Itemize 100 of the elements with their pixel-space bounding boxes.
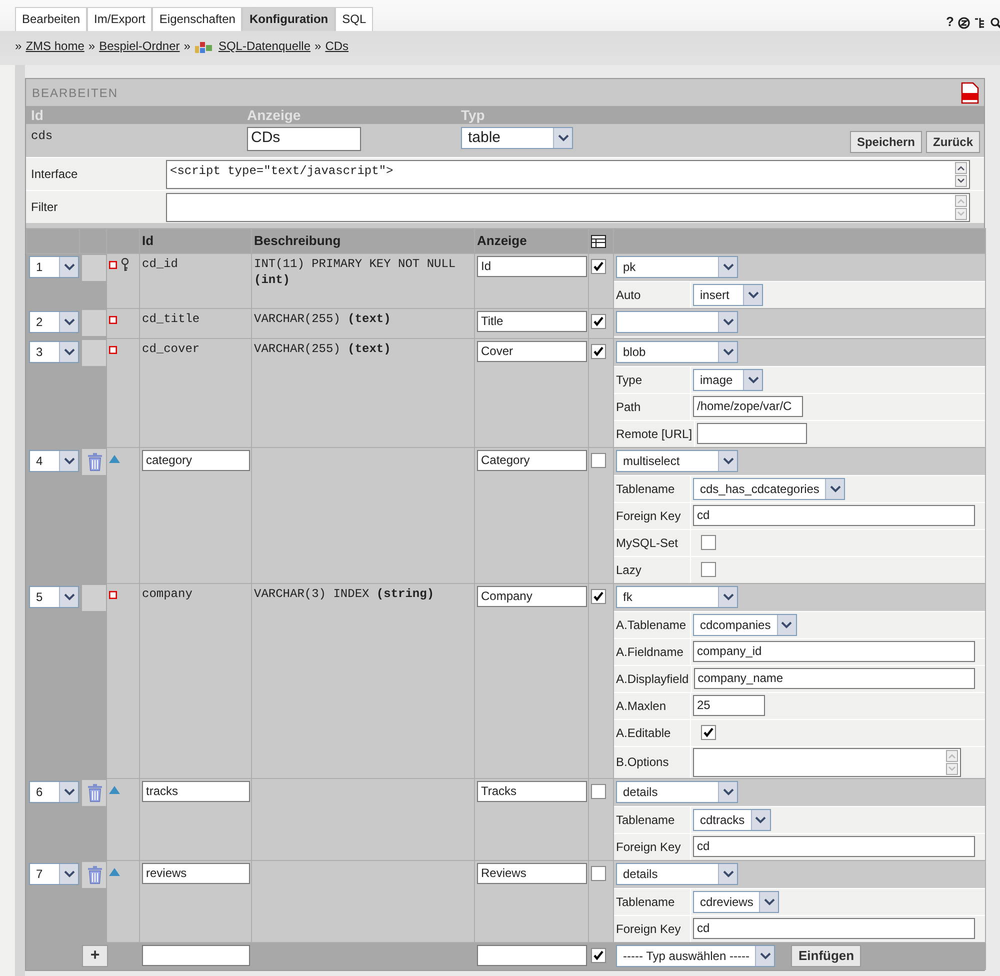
dropdown[interactable]: cdtracks [693, 808, 771, 830]
caret-icon[interactable] [759, 892, 778, 912]
dropdown[interactable]: cdreviews [693, 890, 780, 912]
dropdown[interactable]: ----- Typ auswählen ----- [616, 944, 776, 966]
attribute-field[interactable] [697, 423, 808, 444]
interface-field[interactable]: <script type="text/javascript"> [166, 160, 970, 188]
dropdown[interactable]: 6 [29, 780, 79, 802]
caret-icon[interactable] [750, 810, 770, 830]
checkbox[interactable] [591, 784, 606, 798]
checkbox[interactable] [591, 588, 606, 604]
display-label-field[interactable]: Title [477, 310, 587, 332]
tab[interactable]: Bearbeiten [15, 7, 88, 31]
dropdown[interactable]: blob [616, 340, 738, 362]
caret-icon[interactable] [718, 864, 737, 884]
help-link[interactable]: ? [946, 12, 954, 32]
new-column-name-field[interactable] [142, 944, 250, 966]
trash-icon[interactable] [88, 452, 102, 470]
caret-icon[interactable] [755, 946, 774, 966]
dropdown[interactable]: 3 [29, 340, 79, 362]
attribute-field[interactable]: /home/zope/var/C [693, 396, 803, 417]
tab[interactable]: Konfiguration [242, 7, 336, 31]
caret-icon[interactable] [553, 128, 572, 148]
checkbox[interactable] [591, 344, 606, 358]
caret-icon[interactable] [718, 782, 737, 802]
dropdown[interactable]: insert [693, 284, 763, 306]
dropdown[interactable]: multiselect [616, 450, 738, 472]
checkbox[interactable] [591, 452, 606, 468]
dropdown[interactable]: 5 [29, 586, 79, 608]
caret-icon[interactable] [59, 256, 78, 276]
checkbox[interactable] [591, 314, 606, 328]
tab[interactable]: SQL [335, 7, 374, 31]
caret-icon[interactable] [718, 342, 737, 362]
column-name-field[interactable]: category [142, 450, 250, 470]
display-label-field[interactable]: Id [477, 256, 587, 276]
dropdown[interactable]: 1 [29, 256, 79, 278]
dropdown[interactable]: 4 [29, 450, 79, 472]
display-label-field[interactable]: Company [477, 586, 587, 606]
display-label-field[interactable]: Category [477, 450, 587, 470]
caret-icon[interactable] [59, 864, 78, 884]
breadcrumb-link[interactable]: SQL-Datenquelle [218, 37, 311, 55]
dropdown[interactable]: details [616, 862, 738, 884]
dropdown[interactable]: 2 [29, 310, 79, 332]
caret-icon[interactable] [718, 450, 737, 470]
trash-button[interactable] [82, 862, 108, 888]
caret-icon[interactable] [718, 256, 737, 276]
checkbox[interactable] [591, 948, 606, 962]
dropdown[interactable]: details [616, 780, 738, 802]
caret-icon[interactable] [743, 370, 762, 390]
breadcrumb-link[interactable]: Bespiel-Ordner [99, 37, 180, 55]
attribute-field[interactable]: cd [693, 505, 975, 526]
caret-icon[interactable] [59, 312, 78, 332]
column-name-field[interactable]: tracks [142, 780, 250, 802]
attribute-field[interactable]: cd [693, 918, 975, 939]
action-button[interactable]: Zurück [926, 131, 980, 153]
trash-button[interactable] [82, 448, 108, 474]
attribute-field[interactable]: company_id [693, 641, 975, 662]
insert-button[interactable]: Einfügen [791, 944, 862, 966]
display-label-field[interactable]: Tracks [477, 780, 587, 802]
trash-icon[interactable] [88, 866, 102, 884]
caret-icon[interactable] [59, 450, 78, 470]
caret-icon[interactable] [718, 586, 737, 606]
breadcrumb-link[interactable]: ZMS home [26, 37, 84, 55]
dropdown[interactable]: cdcompanies [693, 614, 797, 636]
attribute-field[interactable]: company_name [694, 668, 975, 689]
checkbox[interactable] [701, 725, 716, 740]
caret-icon[interactable] [718, 312, 737, 332]
dropdown[interactable]: 7 [29, 862, 79, 884]
caret-icon[interactable] [59, 342, 78, 362]
caret-icon[interactable] [825, 478, 844, 498]
add-button[interactable]: + [82, 944, 108, 966]
tab[interactable]: Eigenschaften [152, 7, 242, 31]
dropdown[interactable]: image [693, 368, 763, 390]
caret-icon[interactable] [743, 284, 762, 304]
display-name-field[interactable]: CDs [247, 127, 361, 151]
attribute-field[interactable]: cd [693, 836, 975, 857]
trash-button[interactable] [82, 780, 108, 806]
dropdown[interactable]: pk [616, 256, 738, 278]
caret-icon[interactable] [776, 614, 796, 634]
caret-icon[interactable] [59, 586, 78, 606]
trash-icon[interactable] [88, 784, 102, 802]
display-label-field[interactable]: Cover [477, 340, 587, 362]
dropdown[interactable] [616, 310, 738, 332]
dropdown[interactable]: table [461, 127, 573, 149]
display-label-field[interactable]: Reviews [477, 862, 587, 884]
checkbox[interactable] [701, 562, 716, 577]
dropdown[interactable]: cds_has_cdcategories [693, 478, 846, 500]
action-button[interactable]: Speichern [850, 131, 922, 153]
tab[interactable]: Im/Export [87, 7, 152, 31]
checkbox[interactable] [591, 258, 606, 274]
breadcrumb-link[interactable]: CDs [325, 37, 349, 55]
column-name-field[interactable]: reviews [142, 862, 250, 884]
scroll-buttons-icon[interactable] [955, 162, 967, 186]
attribute-textarea[interactable] [693, 748, 961, 776]
checkbox[interactable] [701, 535, 716, 550]
caret-icon[interactable] [59, 782, 78, 802]
attribute-field[interactable]: 25 [693, 695, 765, 716]
checkbox[interactable] [591, 866, 606, 880]
xml-file-icon[interactable] [960, 82, 980, 104]
dropdown[interactable]: fk [616, 586, 738, 608]
filter-field[interactable] [166, 192, 970, 222]
